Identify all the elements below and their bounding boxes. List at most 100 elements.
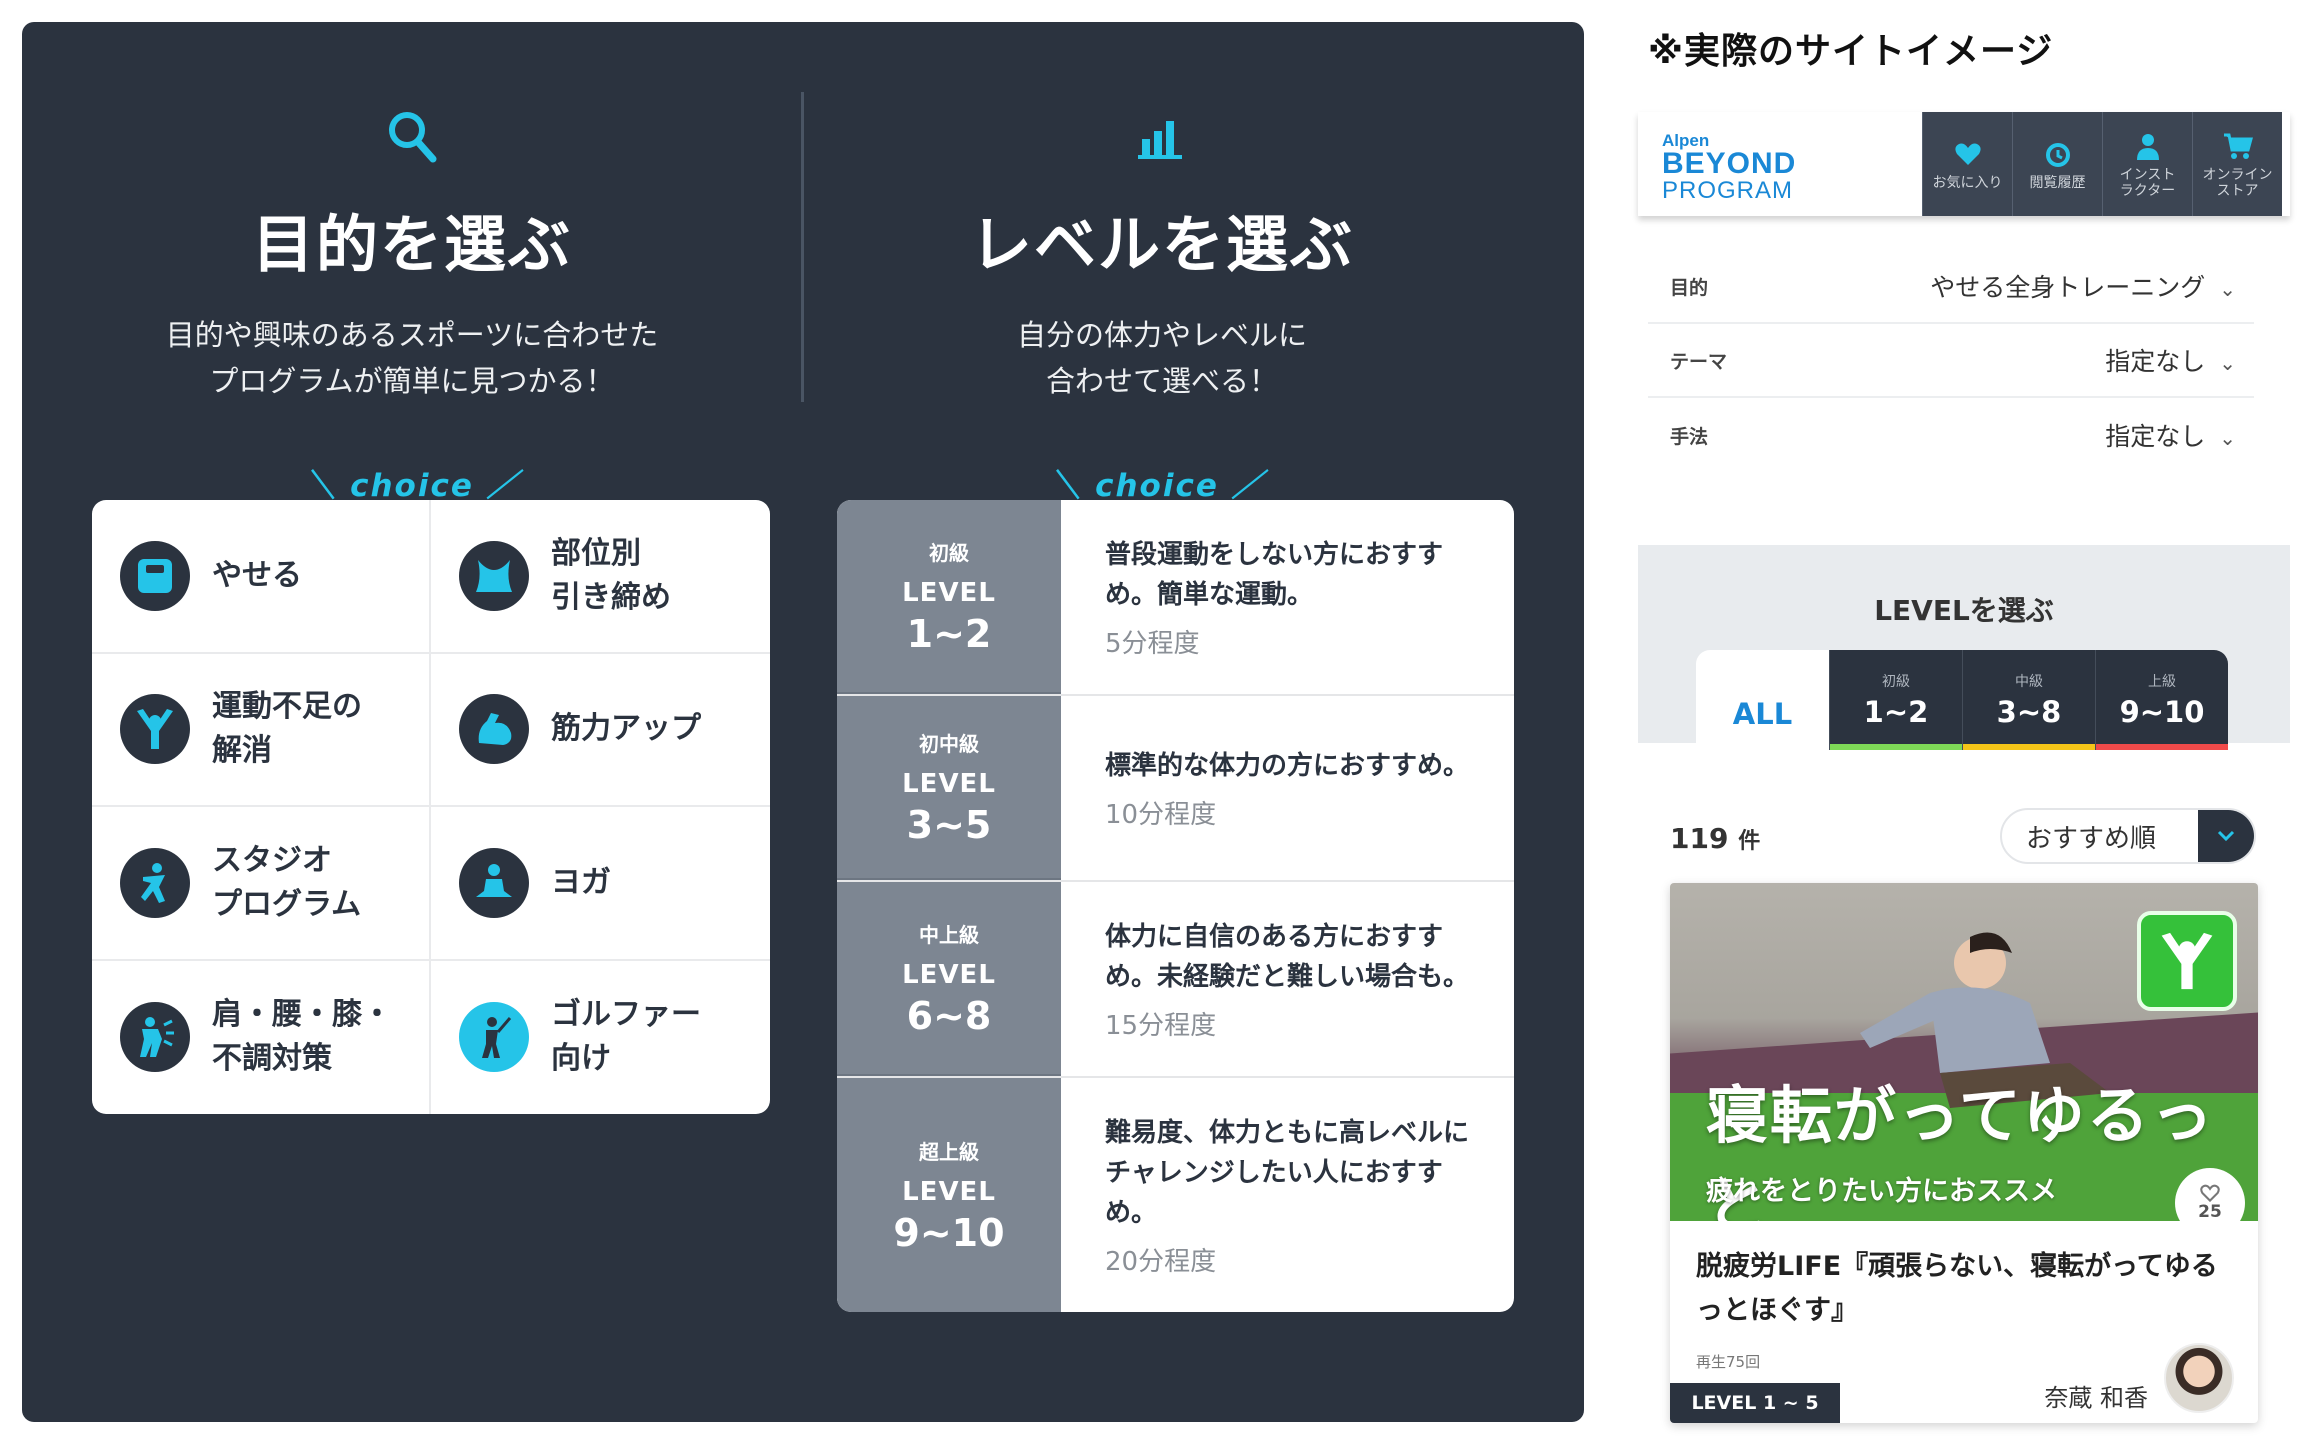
muscle-icon [459,694,529,765]
level-color-bar [1963,744,2095,750]
instructor-name: 奈蔵 和香 [2044,1384,2148,1412]
nav-favorites-button[interactable]: お気に入り [1922,112,2012,216]
chevron-down-icon: ⌄ [2219,351,2236,375]
level-color-bar [2096,744,2228,750]
scale-icon [120,540,190,611]
purpose-item-exercise-shortage[interactable]: 運動不足の 解消 [92,653,431,807]
filter-purpose[interactable]: 目的 やせる全身トレーニング ⌄ [1648,250,2254,324]
level-grade: 中上級 [919,922,979,947]
filter-key: 目的 [1670,276,1709,299]
purpose-item-label: 筋力アップ [551,711,701,747]
chevron-down-icon: ⌄ [2219,426,2236,450]
level-tab-grade: 上級 [2148,674,2176,690]
logo-line-2: BEYOND [1662,147,1797,180]
nav-store-button[interactable]: オンライン ストア [2192,112,2282,216]
body-icon [459,540,529,611]
chevron-down-icon [2198,810,2254,862]
purpose-item-body-part[interactable]: 部位別 引き締め [431,500,770,654]
level-description: 自分の体力やレベルに 合わせて選べる！ [1016,318,1307,398]
level-word: LEVEL [902,577,996,608]
purpose-item-strength[interactable]: 筋力アップ [431,654,770,807]
heart-icon [1954,137,1982,171]
purpose-item-label: 運動不足の 解消 [212,689,362,769]
nav-label: お気に入り [1932,175,2003,191]
purpose-grid: やせる 部位別 引き締め 運動不足の 解消 筋力アップ スタジオ プログラム ヨ… [92,500,770,1114]
level-tab-advanced[interactable]: 上級 9~10 [2095,650,2228,750]
purpose-item-label: スタジオ プログラム [212,842,362,922]
purpose-item-golf[interactable]: ゴルファー 向け [431,961,770,1115]
cart-icon [2223,129,2253,163]
purpose-item-label: 部位別 引き締め [551,535,671,615]
level-badge: 初級 LEVEL 1~2 [837,500,1061,694]
level-tab-beginner[interactable]: 初級 1~2 [1829,650,1962,750]
purpose-item-label: ヨガ [551,864,611,900]
program-thumbnail: 寝転がってゆるっと 疲れをとりたい方におススメ 25 [1670,883,2258,1221]
level-tab-label: 9~10 [2119,695,2205,729]
filter-key: テーマ [1670,350,1728,373]
level-badge: 初中級 LEVEL 3~5 [837,696,1061,880]
level-duration: 10分程度 [1105,799,1217,830]
level-range: 9~10 [893,1210,1005,1255]
header-nav: お気に入り 閲覧履歴 インスト ラクター オンライン ストア [1922,112,2282,216]
purpose-choice-label: ＼ choice ／ [304,468,520,504]
level-tab-intermediate[interactable]: 中級 3~8 [1962,650,2095,750]
level-badge: 中上級 LEVEL 6~8 [837,882,1061,1076]
level-tab-label: 1~2 [1863,695,1929,729]
brand-logo[interactable]: Alpen BEYOND PROGRAM [1662,132,1796,203]
level-word: LEVEL [902,959,996,990]
program-card[interactable]: 寝転がってゆるっと 疲れをとりたい方におススメ 25 脱疲労LIFE『頑張らない… [1670,883,2258,1423]
site-header: Alpen BEYOND PROGRAM お気に入り 閲覧履歴 インスト ラクタ… [1638,112,2290,216]
level-title: レベルを選ぶ [969,208,1354,281]
result-count-number: 119 [1670,822,1729,855]
avatar[interactable] [2164,1343,2234,1413]
level-tab-grade: 中級 [2015,674,2043,690]
sort-select[interactable]: おすすめ順 [2000,808,2256,864]
level-select-title: LEVELを選ぶ [1874,594,2054,627]
level-range: 6~8 [906,993,992,1038]
dance-icon [120,847,190,918]
purpose-item-pain-care[interactable]: 肩・腰・膝・ 不調対策 [92,960,431,1114]
filter-list: 目的 やせる全身トレーニング ⌄ テーマ 指定なし ⌄ 手法 指定なし ⌄ [1648,250,2254,472]
nav-history-button[interactable]: 閲覧履歴 [2012,112,2102,216]
history-icon [2044,137,2072,171]
level-description: 標準的な体力の方におすすめ。 [1105,750,1470,781]
purpose-item-yoga[interactable]: ヨガ [431,807,770,961]
purpose-item-studio[interactable]: スタジオ プログラム [92,807,431,961]
cheer-icon [120,694,190,765]
level-row-lower-intermediate[interactable]: 初中級 LEVEL 3~5 標準的な体力の方におすすめ。 10分程度 [837,696,1514,882]
purpose-description: 目的や興味のあるスポーツに合わせた プログラムが簡単に見つかる！ [165,318,659,398]
feature-panel: 目的を選ぶ 目的や興味のあるスポーツに合わせた プログラムが簡単に見つかる！ レ… [22,22,1584,1422]
level-range: 3~5 [906,802,992,847]
person-icon [2135,129,2161,163]
level-description: 難易度、体力ともに高レベルに チャレンジしたい人におすす め。 [1105,1117,1470,1228]
filter-value: やせる全身トレーニング [1930,273,2206,302]
level-header: レベルを選ぶ 自分の体力やレベルに 合わせて選べる！ [852,102,1472,404]
site-image-note: ※実際のサイトイメージ [1648,31,2054,72]
filter-method[interactable]: 手法 指定なし ⌄ [1648,398,2254,472]
level-duration: 20分程度 [1105,1246,1217,1277]
purpose-item-lose-weight[interactable]: やせる [92,500,431,654]
level-table: 初級 LEVEL 1~2 普段運動をしない方におすす め。簡単な運動。 5分程度… [837,500,1514,1312]
filter-key: 手法 [1670,425,1709,448]
result-count: 119 件 [1670,822,1760,855]
level-badge: LEVEL 1 ~ 5 [1670,1383,1840,1423]
level-tabs: ALL 初級 1~2 中級 3~8 上級 9~10 [1696,650,2228,750]
bar-chart-icon [852,102,1472,172]
level-select-area: LEVELを選ぶ ALL 初級 1~2 中級 3~8 上級 9~10 [1638,545,2290,750]
result-count-unit: 件 [1738,829,1761,854]
like-count: 25 [2198,1202,2222,1221]
chevron-down-icon: ⌄ [2219,277,2236,301]
heart-icon [2200,1184,2220,1202]
filter-theme[interactable]: テーマ 指定なし ⌄ [1648,324,2254,398]
yoga-icon [459,847,529,918]
level-tab-all[interactable]: ALL [1696,650,1829,750]
level-row-advanced[interactable]: 超上級 LEVEL 9~10 難易度、体力ともに高レベルに チャレンジしたい人に… [837,1078,1514,1312]
purpose-item-label: 肩・腰・膝・ 不調対策 [212,997,392,1077]
nav-label: オンライン ストア [2202,167,2273,199]
nav-instructor-button[interactable]: インスト ラクター [2102,112,2192,216]
level-row-beginner[interactable]: 初級 LEVEL 1~2 普段運動をしない方におすす め。簡単な運動。 5分程度 [837,500,1514,696]
level-row-upper-intermediate[interactable]: 中上級 LEVEL 6~8 体力に自信のある方におすす め。未経験だと難しい場合… [837,882,1514,1078]
level-tab-label: ALL [1732,697,1793,731]
level-grade: 初中級 [919,731,979,756]
back-pain-icon [120,1002,190,1073]
